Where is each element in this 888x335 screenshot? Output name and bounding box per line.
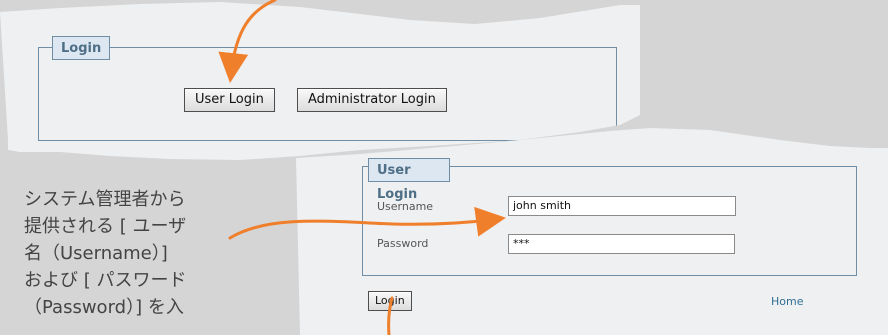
user-login-groupbox bbox=[362, 166, 857, 276]
annotation-line: および [ パスワード bbox=[24, 270, 187, 291]
annotation-line: システム管理者から bbox=[24, 189, 186, 210]
annotation-line: 提供される [ ユーザ bbox=[24, 216, 187, 237]
home-link[interactable]: Home bbox=[771, 295, 803, 308]
administrator-login-button[interactable]: Administrator Login bbox=[297, 88, 447, 112]
login-legend: Login bbox=[52, 36, 110, 60]
password-input[interactable]: *** bbox=[508, 234, 735, 254]
password-label: Password bbox=[377, 237, 429, 250]
username-input[interactable]: john smith bbox=[508, 196, 736, 216]
annotation-line: 名（Username）] bbox=[24, 243, 168, 264]
annotation-text: システム管理者から 提供される [ ユーザ 名（Username）] および [… bbox=[24, 186, 236, 321]
login-button[interactable]: Login bbox=[368, 291, 412, 311]
annotation-line: （Password）] を入 bbox=[24, 297, 184, 318]
user-login-button[interactable]: User Login bbox=[184, 88, 275, 112]
user-login-legend: User Login bbox=[368, 158, 450, 202]
documentation-figure: Login User Login Administrator Login Use… bbox=[0, 0, 888, 335]
username-label: Username bbox=[377, 200, 434, 213]
